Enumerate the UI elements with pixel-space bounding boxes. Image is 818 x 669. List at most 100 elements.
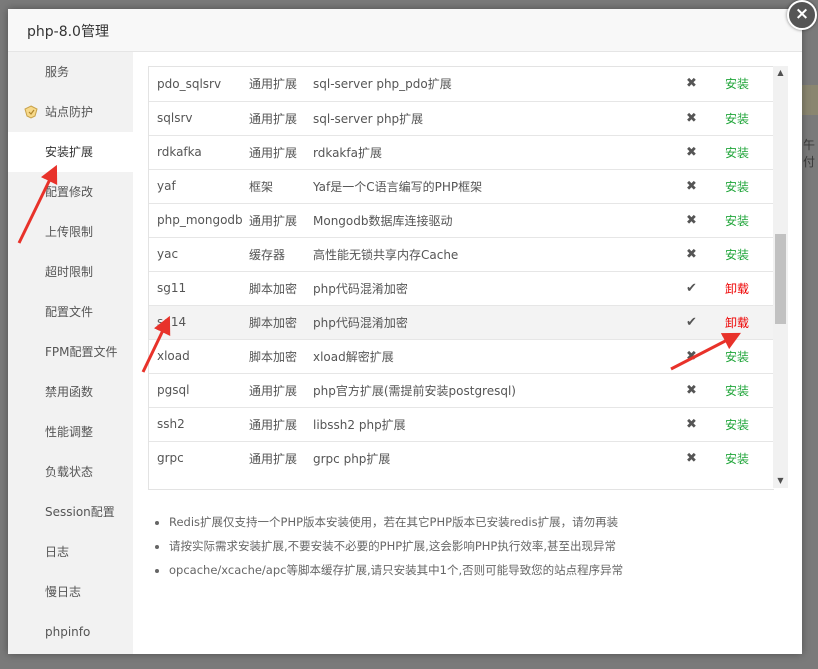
extension-type: 通用扩展 xyxy=(249,202,313,237)
sidebar-item-upload-limit[interactable]: 上传限制 xyxy=(8,212,133,252)
sidebar-item-slow-log[interactable]: 慢日志 xyxy=(8,572,133,612)
extension-description: 高性能无锁共享内存Cache xyxy=(313,236,673,271)
help-note: 请按实际需求安装扩展,不要安装不必要的PHP扩展,这会影响PHP执行效率,甚至出… xyxy=(169,534,809,558)
close-button[interactable]: × xyxy=(787,0,817,30)
install-link[interactable]: 安装 xyxy=(725,350,749,364)
not-installed-x-icon: ✖ xyxy=(673,236,710,271)
sidebar-item-session[interactable]: Session配置 xyxy=(8,492,133,532)
extension-type: 通用扩展 xyxy=(249,406,313,441)
extension-type: 通用扩展 xyxy=(249,440,313,475)
scroll-down-arrow-icon[interactable]: ▼ xyxy=(773,474,788,488)
extension-type: 缓存器 xyxy=(249,236,313,271)
sidebar-item-label: 上传限制 xyxy=(45,225,94,239)
table-scrollbar[interactable]: ▲ ▼ xyxy=(773,66,788,488)
extension-row: yac 缓存器 高性能无锁共享内存Cache ✖ 安装 xyxy=(149,236,774,271)
sidebar: 服务 站点防护 安装扩展 配置修改 上传限制 超时限制 配置文件 FPM配置文件… xyxy=(8,52,133,654)
sidebar-item-performance[interactable]: 性能调整 xyxy=(8,412,133,452)
sidebar-item-install-extensions[interactable]: 安装扩展 xyxy=(8,132,133,172)
sidebar-item-label: 性能调整 xyxy=(45,425,94,439)
install-link[interactable]: 安装 xyxy=(725,180,749,194)
extension-description: rdkakfa扩展 xyxy=(313,134,673,169)
install-link[interactable]: 安装 xyxy=(725,248,749,262)
help-note: Redis扩展仅支持一个PHP版本安装使用，若在其它PHP版本已安装redis扩… xyxy=(169,510,809,534)
not-installed-x-icon: ✖ xyxy=(673,338,710,373)
extension-name: sg14 xyxy=(149,304,249,339)
dialog-header: php-8.0管理 xyxy=(8,9,802,52)
extension-name: xload xyxy=(149,338,249,373)
extension-type: 框架 xyxy=(249,168,313,203)
extensions-table: pdo_sqlsrv 通用扩展 sql-server php_pdo扩展 ✖ 安装 sql… xyxy=(149,67,774,475)
scroll-up-arrow-icon[interactable]: ▲ xyxy=(773,66,788,80)
sidebar-item-label: 负载状态 xyxy=(45,465,94,479)
uninstall-link[interactable]: 卸载 xyxy=(725,282,749,296)
extension-action-cell: 卸载 xyxy=(710,270,774,305)
sidebar-item-log[interactable]: 日志 xyxy=(8,532,133,572)
extension-row: rdkafka 通用扩展 rdkakfa扩展 ✖ 安装 xyxy=(149,134,774,169)
installed-check-icon: ✔ xyxy=(673,304,710,339)
sidebar-item-config-modify[interactable]: 配置修改 xyxy=(8,172,133,212)
install-link[interactable]: 安装 xyxy=(725,418,749,432)
install-link[interactable]: 安装 xyxy=(725,384,749,398)
not-installed-x-icon: ✖ xyxy=(673,134,710,169)
sidebar-item-disabled-functions[interactable]: 禁用函数 xyxy=(8,372,133,412)
extension-description: php官方扩展(需提前安装postgresql) xyxy=(313,372,673,407)
sidebar-item-site-protection[interactable]: 站点防护 xyxy=(8,92,133,132)
background-text: 午付 xyxy=(803,138,816,169)
extension-name: yaf xyxy=(149,168,249,203)
sidebar-item-label: 安装扩展 xyxy=(45,145,94,159)
extension-row: php_mongodb 通用扩展 Mongodb数据库连接驱动 ✖ 安装 xyxy=(149,202,774,237)
sidebar-item-timeout-limit[interactable]: 超时限制 xyxy=(8,252,133,292)
extension-name: ssh2 xyxy=(149,406,249,441)
sidebar-item-label: 超时限制 xyxy=(45,265,94,279)
extension-description: xload解密扩展 xyxy=(313,338,673,373)
not-installed-x-icon: ✖ xyxy=(673,100,710,135)
extension-type: 通用扩展 xyxy=(249,134,313,169)
uninstall-link[interactable]: 卸载 xyxy=(725,316,749,330)
sidebar-item-label: 配置修改 xyxy=(45,185,94,199)
shield-icon xyxy=(24,105,38,119)
help-notes: Redis扩展仅支持一个PHP版本安装使用，若在其它PHP版本已安装redis扩… xyxy=(149,510,809,582)
not-installed-x-icon: ✖ xyxy=(673,168,710,203)
install-link[interactable]: 安装 xyxy=(725,214,749,228)
extension-type: 通用扩展 xyxy=(249,77,298,92)
not-installed-x-icon: ✖ xyxy=(673,406,710,441)
extension-name: yac xyxy=(149,236,249,271)
sidebar-item-config-file[interactable]: 配置文件 xyxy=(8,292,133,332)
sidebar-item-label: 日志 xyxy=(45,545,70,559)
sidebar-item-phpinfo[interactable]: phpinfo xyxy=(8,612,133,652)
not-installed-x-icon: ✖ xyxy=(673,372,710,407)
sidebar-item-label: 慢日志 xyxy=(45,585,82,599)
extension-type: 脚本加密 xyxy=(249,270,313,305)
extensions-panel: pdo_sqlsrv 通用扩展 sql-server php_pdo扩展 ✖ 安装 sql… xyxy=(133,52,802,654)
extension-name: sqlsrv xyxy=(149,100,249,135)
install-link[interactable]: 安装 xyxy=(725,77,749,91)
extension-type: 脚本加密 xyxy=(249,338,313,373)
sidebar-item-label: 站点防护 xyxy=(45,105,94,119)
sidebar-item-label: 服务 xyxy=(45,65,70,79)
extension-action-cell: 安装 xyxy=(710,406,774,441)
extension-row: sqlsrv 通用扩展 sql-server php扩展 ✖ 安装 xyxy=(149,100,774,135)
sidebar-item-label: phpinfo xyxy=(45,625,91,639)
install-link[interactable]: 安装 xyxy=(725,112,749,126)
sidebar-item-fpm-config[interactable]: FPM配置文件 xyxy=(8,332,133,372)
extension-name: rdkafka xyxy=(149,134,249,169)
extension-name: sg11 xyxy=(149,270,249,305)
extension-name: pdo_sqlsrv xyxy=(157,76,222,91)
extension-row: pgsql 通用扩展 php官方扩展(需提前安装postgresql) ✖ 安装 xyxy=(149,372,774,407)
not-installed-x-icon: ✖ xyxy=(673,202,710,237)
extension-description: sql-server php扩展 xyxy=(313,100,673,135)
extension-type: 通用扩展 xyxy=(249,372,313,407)
php-manager-dialog: php-8.0管理 服务 站点防护 安装扩展 配置修改 上传限制 超时限制 配置… xyxy=(8,9,802,654)
install-link[interactable]: 安装 xyxy=(725,452,749,466)
scroll-thumb[interactable] xyxy=(775,234,786,324)
install-link[interactable]: 安装 xyxy=(725,146,749,160)
sidebar-item-load-status[interactable]: 负载状态 xyxy=(8,452,133,492)
extensions-table-container: pdo_sqlsrv 通用扩展 sql-server php_pdo扩展 ✖ 安装 sql… xyxy=(148,66,774,490)
sidebar-item-service[interactable]: 服务 xyxy=(8,52,133,92)
extension-action-cell: 安装 xyxy=(710,168,774,203)
extension-type: 脚本加密 xyxy=(249,304,313,339)
not-installed-x-icon: ✖ xyxy=(673,440,710,475)
extension-type: 通用扩展 xyxy=(249,100,313,135)
extension-description: Yaf是一个C语言编写的PHP框架 xyxy=(313,168,673,203)
extension-description: sql-server php_pdo扩展 xyxy=(313,77,452,92)
